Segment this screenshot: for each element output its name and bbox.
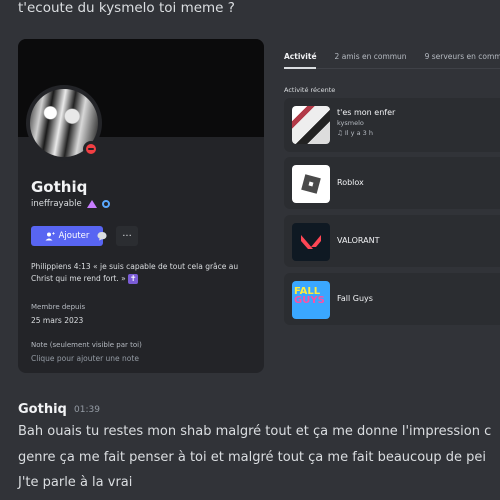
chat-bubble-icon: [97, 232, 107, 241]
song-title: t'es mon enfer: [337, 108, 396, 117]
activity-item-roblox[interactable]: Roblox: [284, 157, 500, 209]
note-input[interactable]: Clique pour ajouter une note: [31, 354, 139, 363]
message-line-3: J'te parle à la vrai: [18, 475, 133, 490]
more-options-button[interactable]: ···: [116, 226, 138, 246]
activity-item-valorant[interactable]: VALORANT: [284, 215, 500, 267]
song-time: ♫ Il y a 3 h: [337, 129, 373, 137]
previous-message-text: t'ecoute du kysmelo toi meme ?: [18, 0, 235, 16]
profile-tabs: Activité 2 amis en commun 9 serveurs en …: [284, 52, 500, 61]
activity-item-fall-guys[interactable]: FALL GUYS Fall Guys: [284, 273, 500, 325]
add-user-icon: [45, 231, 55, 240]
fall-guys-logo-text-bottom: GUYS: [294, 295, 325, 306]
triangle-badge-icon: [86, 200, 97, 208]
song-artist: kysmelo: [337, 119, 364, 127]
recent-activity-title: Activité récente: [284, 86, 336, 94]
add-friend-label: Ajouter: [58, 231, 90, 241]
display-name: Gothiq: [31, 178, 88, 196]
game-title-roblox: Roblox: [337, 178, 364, 187]
username: ineffrayable: [31, 199, 82, 209]
roblox-logo-icon: [292, 165, 330, 203]
tab-activity[interactable]: Activité: [284, 52, 317, 61]
message-author[interactable]: Gothiq: [18, 402, 67, 417]
valorant-logo-icon: [292, 223, 330, 261]
ring-badge-icon: [101, 200, 110, 208]
avatar[interactable]: [26, 85, 102, 161]
album-cover-icon: [292, 106, 330, 144]
member-since-label: Membre depuis: [31, 303, 86, 311]
game-title-fall-guys: Fall Guys: [337, 294, 373, 303]
tab-divider: [284, 67, 500, 69]
tab-mutual-servers[interactable]: 9 serveurs en commun: [425, 52, 500, 61]
profile-bio: Philippiens 4:13 « je suis capable de to…: [31, 261, 251, 285]
game-title-valorant: VALORANT: [337, 236, 380, 245]
message-button[interactable]: [92, 226, 112, 246]
message-line-1: Bah ouais tu restes mon shab malgré tout…: [18, 424, 492, 439]
dnd-status-icon: [83, 141, 99, 157]
message-timestamp: 01:39: [74, 405, 100, 415]
member-since-date: 25 mars 2023: [31, 316, 84, 325]
cross-emoji-icon: ✝: [128, 274, 139, 284]
profile-card: Gothiq ineffrayable Ajouter ··· Philippi…: [18, 39, 264, 373]
more-dots-icon: ···: [122, 230, 132, 242]
username-row: ineffrayable: [31, 199, 110, 209]
note-label: Note (seulement visible par toi): [31, 341, 142, 349]
activity-item-song[interactable]: t'es mon enfer kysmelo ♫ Il y a 3 h: [284, 98, 500, 152]
fall-guys-logo-icon: FALL GUYS: [292, 281, 330, 319]
message-line-2: genre ça me fait penser à toi et malgré …: [18, 450, 487, 465]
tab-mutual-friends[interactable]: 2 amis en commun: [335, 52, 407, 61]
